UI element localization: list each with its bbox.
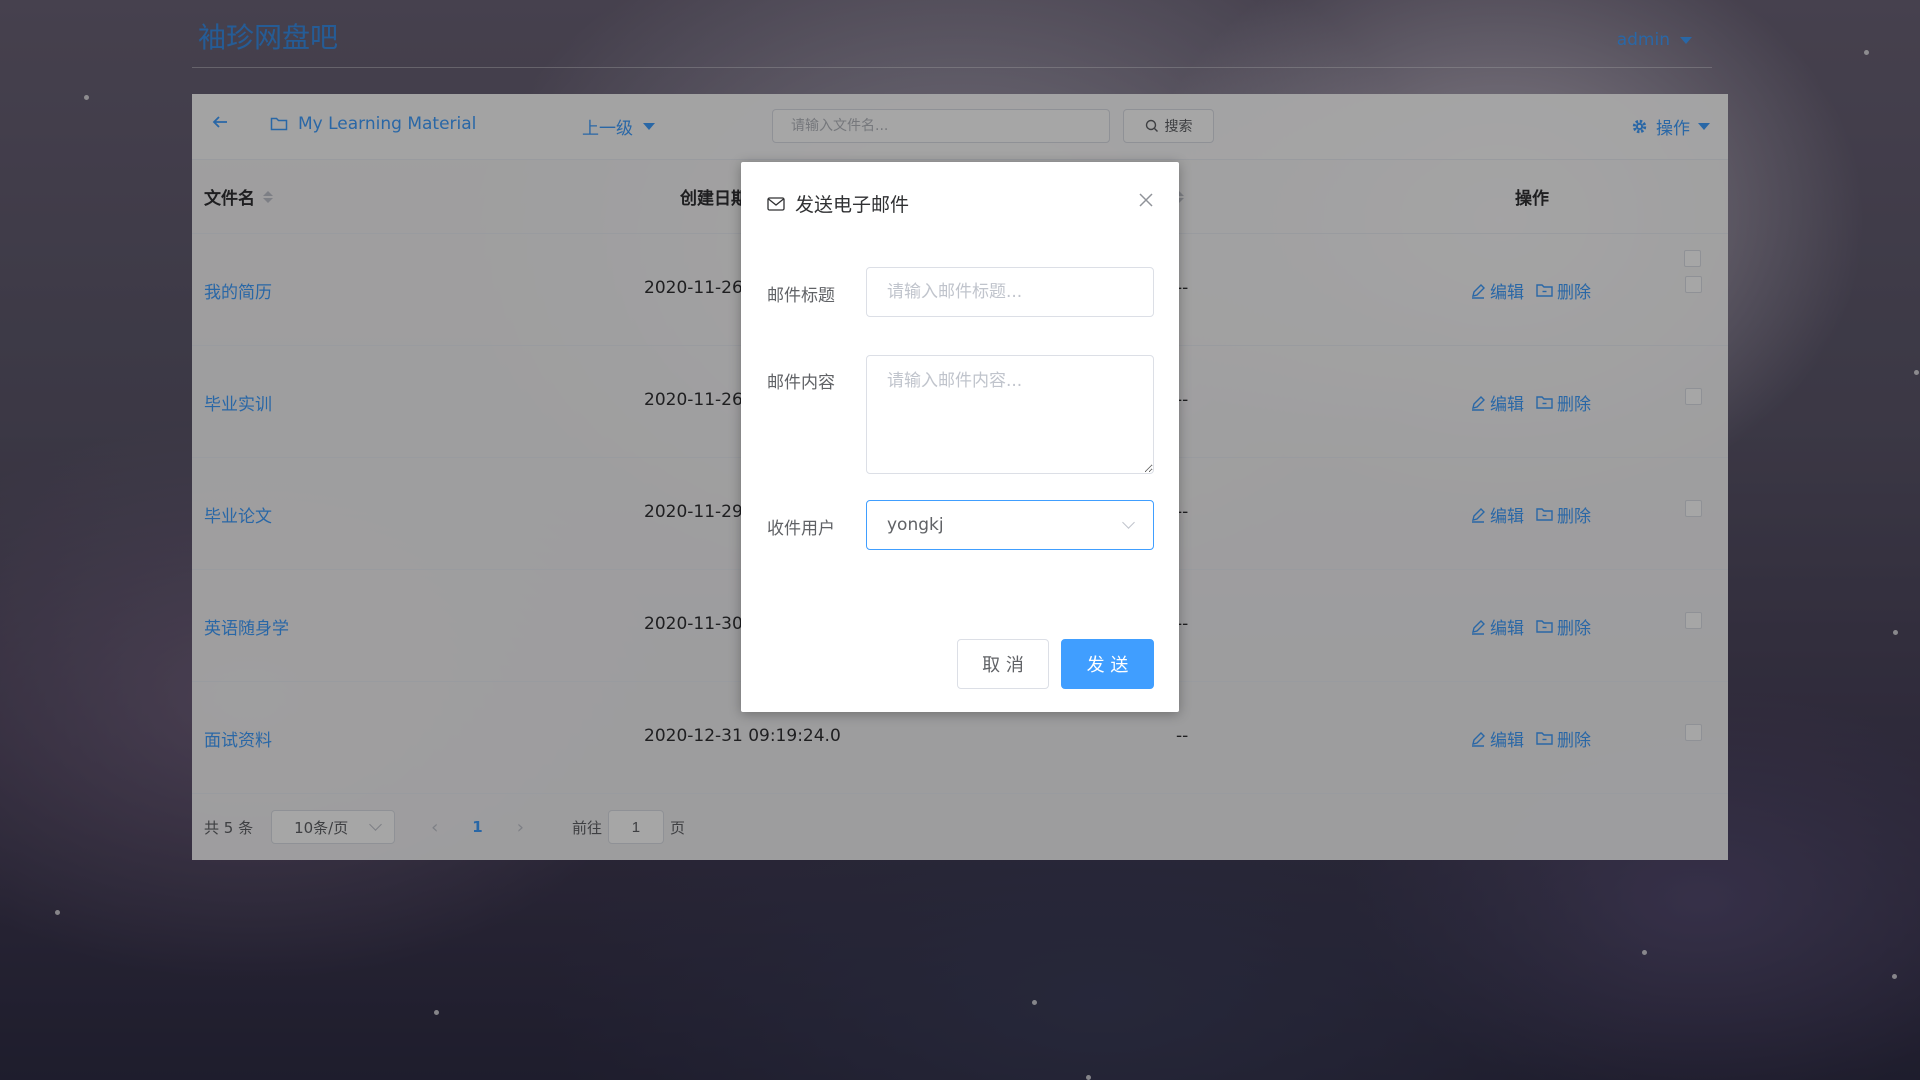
close-button[interactable] [1139, 190, 1153, 212]
dialog-title: 发送电子邮件 [795, 194, 910, 216]
dialog-header: 发送电子邮件 [767, 190, 909, 217]
close-icon [1139, 193, 1153, 207]
recipient-label: 收件用户 [767, 519, 835, 539]
subject-input[interactable] [866, 267, 1154, 317]
subject-label: 邮件标题 [767, 286, 835, 306]
content-label: 邮件内容 [767, 373, 835, 393]
send-email-dialog: 发送电子邮件 邮件标题 邮件内容 收件用户 yongkj 取 消 发 送 [741, 162, 1179, 712]
recipient-value: yongkj [887, 515, 944, 535]
send-button[interactable]: 发 送 [1061, 639, 1154, 689]
mail-icon [767, 196, 785, 211]
chevron-down-icon [1122, 516, 1135, 529]
recipient-select[interactable]: yongkj [866, 500, 1154, 550]
cancel-button[interactable]: 取 消 [957, 639, 1049, 689]
content-textarea[interactable] [866, 355, 1154, 474]
